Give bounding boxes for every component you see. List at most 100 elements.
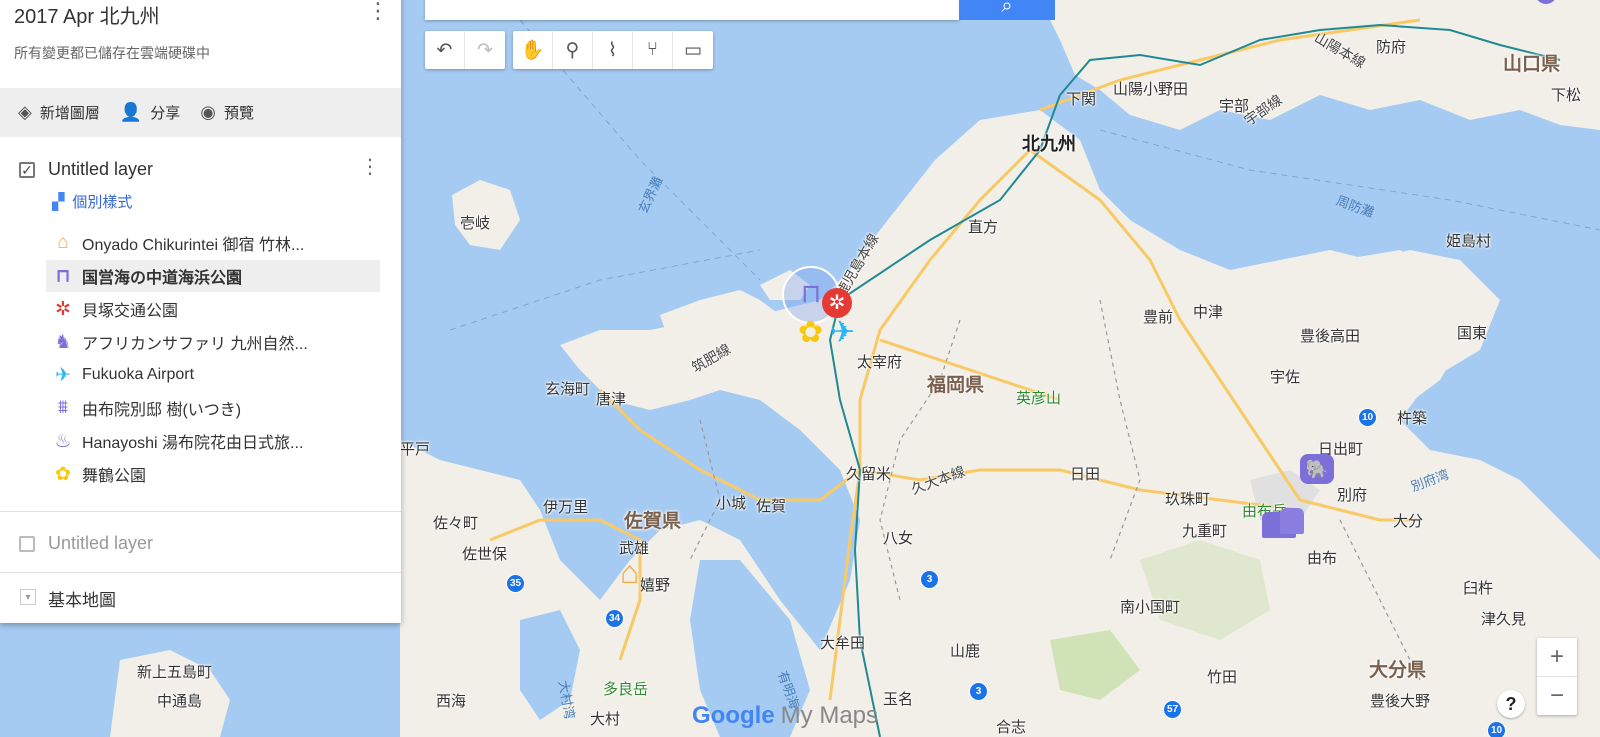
place-label: 舞鶴公園 bbox=[82, 468, 147, 485]
map-label-bungoono: 豊後大野 bbox=[1370, 693, 1431, 710]
map-label-kitakyushu: 北九州 bbox=[1022, 134, 1076, 154]
map-label-taradake: 多良岳 bbox=[603, 681, 649, 698]
place-label: 貝塚交通公園 bbox=[82, 303, 179, 320]
add-person-icon: 👤 bbox=[119, 102, 143, 122]
map-label-shinkamigoto: 新上五島町 bbox=[137, 664, 213, 681]
zoom-out-button[interactable]: − bbox=[1537, 677, 1577, 715]
list-item[interactable]: ⩩ 由布院別邸 樹(いつき) bbox=[46, 392, 380, 424]
layer-visibility-checkbox[interactable]: ✓ bbox=[19, 162, 35, 178]
directions-button[interactable]: ⑂ bbox=[633, 31, 673, 69]
list-item[interactable]: ✲ 貝塚交通公園 bbox=[46, 293, 380, 325]
hotel-icon: ⩩ bbox=[57, 397, 69, 418]
layer-more-options-icon[interactable]: ⋮ bbox=[360, 154, 380, 179]
map-title[interactable]: 2017 Apr 北九州 bbox=[14, 0, 160, 29]
place-label: 国営海の中道海浜公園 bbox=[82, 270, 243, 287]
flower-wheel-icon[interactable]: ✲ bbox=[822, 288, 852, 318]
map-label-omura: 大村 bbox=[590, 711, 621, 728]
map-label-tamana: 玉名 bbox=[883, 691, 914, 708]
action-bar: ◈ 新增圖層 👤 分享 ◉ 預覽 bbox=[0, 88, 401, 137]
redo-button[interactable]: ↷ bbox=[465, 31, 505, 69]
list-item[interactable]: ⊓ 国営海の中道海浜公園 bbox=[46, 260, 380, 292]
place-label: 由布院別邸 樹(いつき) bbox=[82, 402, 242, 419]
map-label-oita-pref: 大分県 bbox=[1369, 660, 1427, 681]
add-marker-button[interactable]: ⚲ bbox=[553, 31, 593, 69]
map-label-kurume: 久留米 bbox=[846, 466, 892, 483]
house-icon: ⌂ bbox=[57, 232, 69, 253]
add-layer-label: 新增圖層 bbox=[39, 105, 100, 122]
route-shield: 10 bbox=[1358, 408, 1377, 427]
map-label-beppu: 別府 bbox=[1337, 487, 1368, 504]
undo-button[interactable]: ↶ bbox=[425, 31, 465, 69]
zoom-in-button[interactable]: + bbox=[1537, 638, 1577, 677]
map-label-koshi: 合志 bbox=[996, 719, 1027, 736]
list-item[interactable]: ✿ 舞鶴公園 bbox=[46, 458, 380, 490]
search-button[interactable]: ⌕ bbox=[959, 0, 1055, 20]
house-icon[interactable]: ⌂ bbox=[620, 556, 639, 588]
map-label-dazaifu: 太宰府 bbox=[857, 354, 903, 371]
help-button[interactable]: ? bbox=[1497, 690, 1525, 718]
basemap-label[interactable]: 基本地圖 bbox=[48, 586, 116, 611]
divider bbox=[0, 572, 401, 573]
map-label-omuta: 大牟田 bbox=[820, 635, 866, 652]
route-shield: 10 bbox=[1487, 721, 1506, 737]
draw-line-button[interactable]: ⌇ bbox=[593, 31, 633, 69]
individual-style-link[interactable]: ▞ 個別樣式 bbox=[52, 191, 132, 212]
ruler-icon: ▭ bbox=[684, 39, 702, 61]
pan-button[interactable]: ✋ bbox=[513, 31, 553, 69]
side-panel: 2017 Apr 北九州 ⋮ 所有變更都已儲存在雲端硬碟中 ◈ 新增圖層 👤 分… bbox=[0, 0, 401, 623]
map-toolbar: ↶ ↷ ✋ ⚲ ⌇ ⑂ ▭ bbox=[425, 31, 721, 69]
layer-name[interactable]: Untitled layer bbox=[48, 533, 153, 554]
flower-icon[interactable]: ✿ bbox=[798, 318, 823, 348]
basemap-expand-icon[interactable]: ▾ bbox=[20, 589, 36, 605]
eye-icon: ◉ bbox=[200, 102, 217, 122]
map-label-saga-pref: 佐賀県 bbox=[624, 511, 682, 532]
place-label: Onyado Chikurintei 御宿 竹林... bbox=[82, 237, 305, 254]
save-status: 所有變更都已儲存在雲端硬碟中 bbox=[14, 45, 210, 61]
place-label: アフリカンサファリ 九州自然... bbox=[82, 336, 308, 353]
map-label-kunisaki: 国東 bbox=[1457, 325, 1488, 342]
map-label-usuki: 臼杵 bbox=[1463, 580, 1494, 597]
share-button[interactable]: 👤 分享 bbox=[120, 102, 180, 123]
onsen-icon[interactable] bbox=[1280, 508, 1304, 534]
map-label-yufu: 由布 bbox=[1307, 550, 1338, 567]
list-item[interactable]: ♞ アフリカンサファリ 九州自然... bbox=[46, 326, 380, 358]
layer-name[interactable]: Untitled layer bbox=[48, 159, 153, 180]
airplane-icon[interactable]: ✈ bbox=[830, 318, 855, 348]
layers-icon: ◈ bbox=[18, 102, 32, 122]
list-item[interactable]: ♨ Hanayoshi 湯布院花由日式旅... bbox=[46, 425, 380, 457]
map-label-usa: 宇佐 bbox=[1270, 369, 1301, 386]
map-label-sasebo: 佐世保 bbox=[462, 546, 508, 563]
redo-icon: ↷ bbox=[477, 39, 493, 61]
route-shield: 3 bbox=[920, 570, 939, 589]
map-label-hofu: 防府 bbox=[1376, 39, 1407, 56]
more-options-icon[interactable]: ⋮ bbox=[367, 0, 389, 24]
map-label-sanyo-onoda: 山陽小野田 bbox=[1113, 81, 1189, 98]
flower-icon: ✿ bbox=[55, 463, 71, 485]
list-item[interactable]: ✈ Fukuoka Airport bbox=[46, 359, 380, 391]
preview-button[interactable]: ◉ 預覽 bbox=[200, 102, 254, 123]
search-input[interactable] bbox=[425, 0, 959, 20]
map-label-saga: 佐賀 bbox=[756, 498, 787, 515]
route-shield: 34 bbox=[605, 609, 624, 628]
measure-button[interactable]: ▭ bbox=[673, 31, 713, 69]
route-shield: 3 bbox=[969, 682, 988, 701]
add-layer-button[interactable]: ◈ 新增圖層 bbox=[18, 102, 100, 123]
map-label-hirado: 平戸 bbox=[400, 441, 431, 458]
map-label-yame: 八女 bbox=[883, 530, 914, 547]
map-label-tsukumi: 津久見 bbox=[1481, 611, 1527, 628]
map-label-kitsuki: 杵築 bbox=[1397, 410, 1428, 427]
layer-visibility-checkbox[interactable] bbox=[19, 536, 35, 552]
undo-icon: ↶ bbox=[436, 39, 453, 61]
onsen-icon: ♨ bbox=[54, 430, 72, 452]
map-label-kusu: 玖珠町 bbox=[1165, 491, 1211, 508]
map-label-nakatsu: 中津 bbox=[1193, 304, 1224, 321]
search-icon: ⌕ bbox=[1001, 0, 1013, 17]
map-label-yamaguchi-pref: 山口県 bbox=[1503, 54, 1561, 75]
list-item[interactable]: ⌂ Onyado Chikurintei 御宿 竹林... bbox=[46, 227, 380, 259]
map-label-ogi: 小城 bbox=[716, 495, 747, 512]
map-label-bungotakada: 豊後高田 bbox=[1300, 328, 1361, 345]
map-label-kokonoe: 九重町 bbox=[1182, 523, 1228, 540]
elephant-icon[interactable]: 🐘 bbox=[1300, 454, 1334, 484]
preview-label: 預覽 bbox=[224, 105, 255, 122]
google-my-maps-logo: Google My Maps bbox=[692, 702, 878, 730]
